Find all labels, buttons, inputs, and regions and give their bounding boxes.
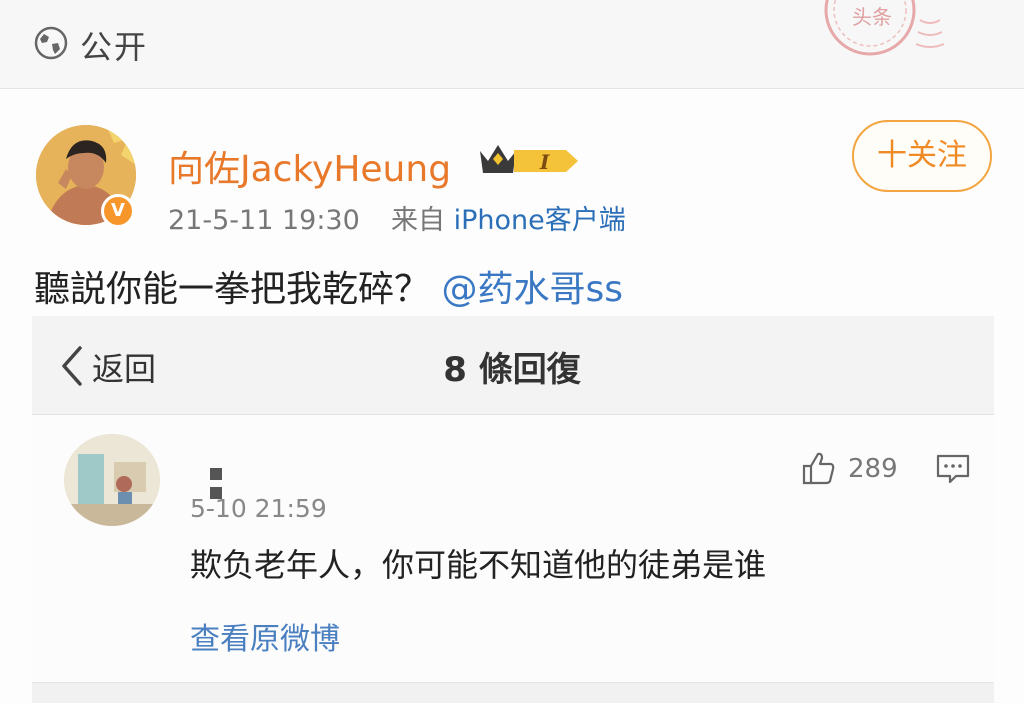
post-text: 聽説你能一拳把我乾碎？ @药水哥ss — [34, 260, 623, 312]
commenter-avatar[interactable] — [64, 434, 160, 526]
verified-badge-icon: V — [101, 194, 135, 228]
post-source[interactable]: iPhone客户端 — [454, 205, 626, 236]
post-date: 21-5-11 19:30 — [168, 205, 360, 236]
replies-title: 8 條回復 — [443, 350, 581, 390]
post-source-prefix: 来自 — [390, 205, 445, 236]
view-original-link[interactable]: 查看原微博 — [190, 614, 340, 658]
member-level-text: I — [539, 150, 550, 174]
follow-button[interactable]: 十关注 — [852, 120, 992, 192]
visibility-label: 公开 — [80, 28, 149, 66]
next-item-divider — [32, 682, 994, 703]
comment-icon[interactable] — [936, 454, 970, 484]
post-meta: 21-5-11 19:30 来自 iPhone客户端 — [168, 198, 626, 237]
like-count: 289 — [848, 454, 898, 484]
comment-text: 欺负老年人，你可能不知道他的徒弟是谁 — [190, 546, 767, 584]
author-name[interactable]: 向佐JackyHeung — [168, 140, 451, 192]
member-level-badge: I — [514, 150, 578, 174]
comment-time: 5-10 21:59 — [190, 494, 327, 523]
post-body: 聽説你能一拳把我乾碎？ — [34, 269, 431, 310]
thumbs-up-icon — [802, 452, 835, 485]
commenter-name-redacted — [210, 465, 270, 499]
watermark-stamp: 头条 — [824, 0, 945, 56]
visibility-bar: 公开 头条 — [0, 0, 1024, 89]
globe-icon — [34, 26, 68, 60]
mention-link[interactable]: @药水哥ss — [441, 269, 623, 310]
svg-text:头条: 头条 — [852, 5, 892, 29]
